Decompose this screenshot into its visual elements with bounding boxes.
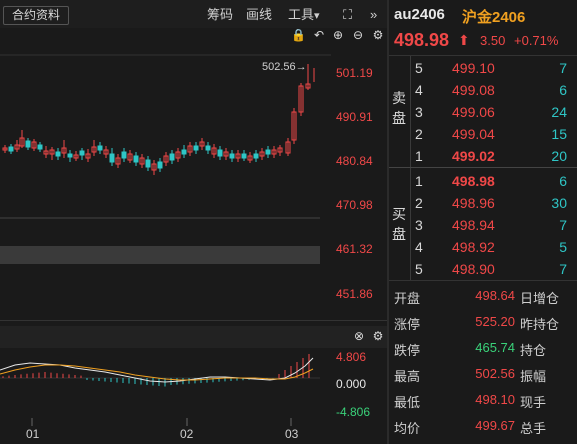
x-tick-label: 03 — [285, 427, 299, 441]
stat-row-low: 最低 498.10 现手 — [394, 392, 547, 410]
candle-body — [241, 153, 247, 159]
candle-body — [109, 153, 115, 163]
candles-group — [2, 64, 315, 175]
macd-y-tick: -4.806 — [336, 405, 371, 419]
bid-row[interactable]: 1 498.98 6 — [410, 170, 577, 192]
candle-body — [193, 145, 199, 151]
chips-button[interactable]: 筹码 — [207, 6, 233, 23]
y-tick-label: 451.86 — [336, 287, 373, 301]
candle-body — [253, 153, 259, 159]
y-tick-label: 501.19 — [336, 66, 373, 80]
y-tick-label: 470.98 — [336, 198, 373, 212]
settings-icon[interactable]: ⚙ — [371, 28, 385, 42]
stat-row-limit-down: 跌停 465.74 持仓 — [394, 340, 547, 358]
tools-label: 工具 — [288, 7, 315, 22]
candle-body — [157, 161, 163, 169]
price-change-percent: +0.71% — [514, 33, 559, 48]
candle-body — [121, 151, 127, 159]
last-price: 498.98 — [394, 30, 450, 50]
stat-row-open: 开盘 498.64 日增仓 — [394, 288, 560, 306]
bid-row[interactable]: 5 498.90 7 — [410, 258, 577, 280]
candle-body — [37, 144, 43, 150]
macd-y-tick: 4.806 — [336, 350, 367, 364]
ask-row[interactable]: 5 499.10 7 — [410, 57, 577, 79]
peak-price-annotation: 502.56→ — [262, 61, 307, 73]
y-tick-label: 490.91 — [336, 110, 373, 124]
candle-body — [133, 155, 139, 163]
buy-side-label: 买盘 — [392, 206, 406, 242]
collapse-panel-icon[interactable]: » — [370, 6, 377, 23]
bid-row[interactable]: 3 498.94 7 — [410, 214, 577, 236]
candle-body — [145, 159, 151, 168]
candlestick-chart[interactable] — [0, 50, 331, 312]
candle-body — [79, 150, 85, 156]
stat-row-limit-up: 涨停 525.20 昨持仓 — [394, 314, 560, 332]
ask-row[interactable]: 2 499.04 15 — [410, 123, 577, 145]
contract-info-button[interactable]: 合约资料 — [3, 6, 69, 25]
candle-body — [67, 153, 73, 158]
candle-body — [97, 145, 103, 151]
candle-body — [265, 149, 271, 155]
draw-line-button[interactable]: 画线 — [246, 6, 272, 23]
zoom-in-icon[interactable]: ⊕ — [331, 28, 345, 42]
candle-body — [55, 151, 61, 157]
close-indicator-icon[interactable]: ⊗ — [352, 329, 366, 343]
zoom-out-icon[interactable]: ⊖ — [351, 28, 365, 42]
fullscreen-icon[interactable]: ⛶ — [343, 6, 352, 23]
x-tick-label: 01 — [26, 427, 40, 441]
ask-row[interactable]: 1 499.02 20 — [410, 145, 577, 167]
indicator-header — [0, 326, 387, 348]
candle-body — [205, 145, 211, 151]
candle-body — [229, 153, 235, 159]
ask-row[interactable]: 3 499.06 24 — [410, 101, 577, 123]
candle-body — [217, 149, 223, 157]
chart-divider — [0, 320, 387, 321]
price-change: 3.50 — [480, 33, 506, 48]
undo-icon[interactable]: ↶ — [312, 28, 326, 42]
lock-icon[interactable]: 🔒 — [291, 28, 306, 42]
volume-profile-band — [0, 246, 320, 264]
x-tick-label: 02 — [180, 427, 194, 441]
indicator-settings-icon[interactable]: ⚙ — [371, 329, 385, 343]
stat-row-high: 最高 502.56 振幅 — [394, 366, 547, 384]
candle-body — [169, 153, 175, 161]
ask-row[interactable]: 4 499.08 6 — [410, 79, 577, 101]
bid-row[interactable]: 2 498.96 30 — [410, 192, 577, 214]
bid-row[interactable]: 4 498.92 5 — [410, 236, 577, 258]
candle-body — [25, 140, 31, 148]
sell-side-label: 卖盘 — [392, 90, 406, 126]
candle-body — [8, 146, 14, 152]
macd-chart[interactable] — [0, 348, 331, 426]
up-arrow-icon: ⬆ — [458, 32, 470, 48]
macd-y-tick: 0.000 — [336, 377, 367, 391]
chevron-down-icon: ▾ — [314, 10, 320, 22]
candle-body — [181, 149, 187, 155]
y-tick-label: 461.32 — [336, 242, 373, 256]
y-tick-label: 480.84 — [336, 154, 373, 168]
stat-row-avg: 均价 499.67 总手 — [394, 418, 547, 436]
symbol-name: 沪金2406 — [462, 9, 526, 26]
tools-menu-button[interactable]: 工具▾ — [288, 6, 320, 23]
stats-divider — [389, 280, 577, 281]
symbol-code: au2406 — [394, 6, 445, 23]
